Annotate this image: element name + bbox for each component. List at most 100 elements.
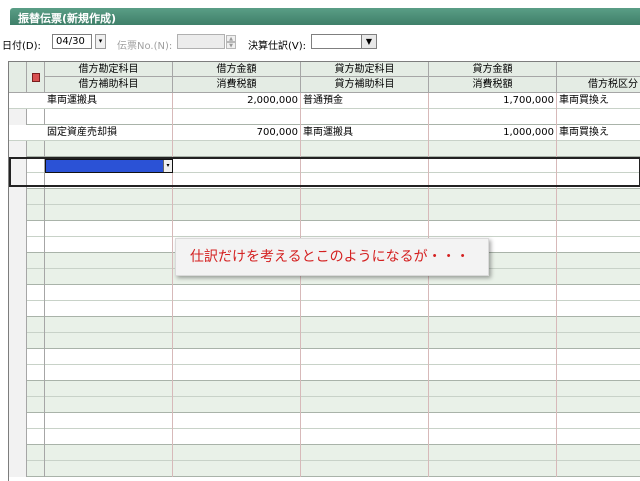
grid-cell[interactable] xyxy=(301,429,429,445)
grid-cell[interactable] xyxy=(45,141,173,157)
grid-cell[interactable] xyxy=(429,221,557,237)
debit-account-cell[interactable]: 固定資産売却損 xyxy=(45,125,173,141)
grid-cell[interactable] xyxy=(557,397,640,413)
grid-row[interactable] xyxy=(9,381,640,397)
grid-cell[interactable] xyxy=(557,349,640,365)
credit-account-cell[interactable]: 車両運搬具 xyxy=(301,125,429,141)
grid-cell[interactable] xyxy=(557,461,640,477)
grid-cell[interactable] xyxy=(557,141,640,157)
credit-amount-cell[interactable]: 1,000,000 xyxy=(429,125,557,141)
grid-cell[interactable] xyxy=(429,285,557,301)
grid-row[interactable] xyxy=(9,205,640,221)
grid-row[interactable] xyxy=(9,109,640,125)
grid-cell[interactable] xyxy=(45,301,173,317)
grid-cell[interactable] xyxy=(429,349,557,365)
grid-row[interactable] xyxy=(9,333,640,349)
grid-cell[interactable] xyxy=(557,365,640,381)
grid-cell[interactable] xyxy=(301,333,429,349)
grid-row[interactable] xyxy=(9,141,640,157)
grid-cell[interactable] xyxy=(45,205,173,221)
grid-row[interactable] xyxy=(9,301,640,317)
grid-row[interactable] xyxy=(9,397,640,413)
grid-cell[interactable] xyxy=(557,221,640,237)
credit-amount-cell[interactable]: 1,700,000 xyxy=(429,93,557,109)
grid-cell[interactable] xyxy=(429,397,557,413)
grid-cell[interactable] xyxy=(45,445,173,461)
grid-cell[interactable] xyxy=(557,237,640,253)
grid-cell[interactable] xyxy=(557,189,640,205)
grid-cell[interactable] xyxy=(557,413,640,429)
debit-amount-cell[interactable]: 2,000,000 xyxy=(173,93,301,109)
grid-cell[interactable] xyxy=(429,189,557,205)
row-selector[interactable] xyxy=(9,429,27,445)
grid-cell[interactable] xyxy=(429,109,557,125)
grid-cell[interactable] xyxy=(45,461,173,477)
row-selector[interactable] xyxy=(9,381,27,397)
credit-account-cell[interactable]: 普通預金 xyxy=(301,93,429,109)
grid-cell[interactable] xyxy=(173,205,301,221)
grid-cell[interactable] xyxy=(557,285,640,301)
grid-cell[interactable] xyxy=(173,221,301,237)
grid-cell[interactable] xyxy=(557,205,640,221)
grid-cell[interactable] xyxy=(301,365,429,381)
grid-row[interactable] xyxy=(9,349,640,365)
grid-cell[interactable] xyxy=(429,317,557,333)
grid-cell[interactable] xyxy=(173,429,301,445)
grid-cell[interactable] xyxy=(45,429,173,445)
debit-account-cell[interactable]: 車両運搬具 xyxy=(45,93,173,109)
grid-cell[interactable] xyxy=(173,413,301,429)
grid-cell[interactable] xyxy=(173,285,301,301)
grid-row[interactable] xyxy=(9,413,640,429)
grid-cell[interactable] xyxy=(173,317,301,333)
grid-cell[interactable] xyxy=(301,141,429,157)
date-picker-button[interactable]: ▾ xyxy=(95,34,106,49)
grid-cell[interactable] xyxy=(301,349,429,365)
table-row[interactable]: 固定資産売却損 700,000 車両運搬具 1,000,000 車両買換え xyxy=(9,125,640,141)
grid-cell[interactable] xyxy=(45,109,173,125)
grid-cell[interactable] xyxy=(557,445,640,461)
grid-cell[interactable] xyxy=(301,413,429,429)
row-selector[interactable] xyxy=(9,317,27,333)
grid-cell[interactable] xyxy=(301,317,429,333)
grid-cell[interactable] xyxy=(173,349,301,365)
grid-row[interactable] xyxy=(9,189,640,205)
grid-cell[interactable] xyxy=(557,333,640,349)
grid-cell[interactable] xyxy=(45,189,173,205)
grid-cell[interactable] xyxy=(45,397,173,413)
grid-cell[interactable] xyxy=(429,301,557,317)
row-selector[interactable] xyxy=(9,189,27,205)
grid-cell[interactable] xyxy=(557,109,640,125)
grid-row[interactable] xyxy=(9,285,640,301)
row-selector[interactable] xyxy=(9,237,27,253)
grid-cell[interactable] xyxy=(301,221,429,237)
grid-cell[interactable] xyxy=(429,445,557,461)
grid-cell[interactable] xyxy=(557,317,640,333)
grid-cell[interactable] xyxy=(45,269,173,285)
dropdown-arrow-icon[interactable]: ▼ xyxy=(361,35,376,48)
row-selector[interactable] xyxy=(9,413,27,429)
grid-cell[interactable] xyxy=(45,253,173,269)
grid-cell[interactable] xyxy=(173,333,301,349)
grid-cell[interactable] xyxy=(429,429,557,445)
grid-cell[interactable] xyxy=(173,365,301,381)
grid-cell[interactable] xyxy=(429,381,557,397)
grid-row[interactable] xyxy=(9,317,640,333)
grid-cell[interactable] xyxy=(45,365,173,381)
grid-row[interactable] xyxy=(9,461,640,477)
date-input[interactable]: 04/30 xyxy=(52,34,92,49)
grid-cell[interactable] xyxy=(557,269,640,285)
row-selector[interactable] xyxy=(9,221,27,237)
grid-cell[interactable] xyxy=(45,413,173,429)
row-selector[interactable] xyxy=(9,461,27,477)
grid-cell[interactable] xyxy=(45,381,173,397)
grid-cell[interactable] xyxy=(429,205,557,221)
grid-cell[interactable] xyxy=(173,445,301,461)
grid-cell[interactable] xyxy=(557,301,640,317)
grid-cell[interactable] xyxy=(45,349,173,365)
debit-amount-cell[interactable]: 700,000 xyxy=(173,125,301,141)
row-selector[interactable] xyxy=(9,285,27,301)
grid-cell[interactable] xyxy=(45,285,173,301)
row-selector[interactable] xyxy=(9,253,27,269)
grid-cell[interactable] xyxy=(301,301,429,317)
grid-cell[interactable] xyxy=(173,461,301,477)
